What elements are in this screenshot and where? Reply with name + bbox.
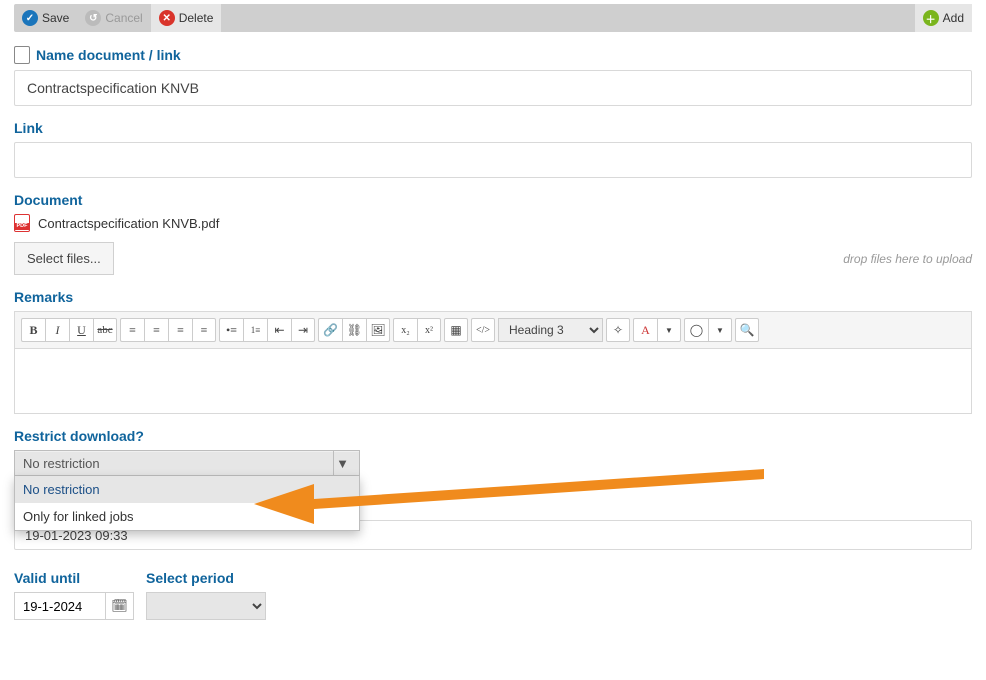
restrict-section-title: Restrict download? [14,428,972,444]
document-title-text: Document [14,192,82,208]
document-file-row: Contractspecification KNVB.pdf [14,214,972,232]
align-justify-button[interactable]: ≡ [192,318,216,342]
bg-color-button[interactable]: ◯ [684,318,708,342]
valid-until-input[interactable] [15,599,105,614]
save-label: Save [42,11,69,25]
check-icon: ✓ [22,10,38,26]
remarks-section-title: Remarks [14,289,972,305]
font-color-button[interactable]: A [633,318,657,342]
period-title: Select period [146,570,266,586]
rte-toolbar: B I U abc ≡ ≡ ≡ ≡ •≡ 1≡ ⇤ ⇥ 🔗 ⛓ 🖼 [15,312,971,349]
code-button[interactable]: </> [471,318,495,342]
name-title-text: Name document / link [36,47,181,63]
document-icon [14,46,30,64]
heading-select[interactable]: Heading 3 [498,318,603,342]
ordered-list-button[interactable]: 1≡ [243,318,267,342]
select-files-button[interactable]: Select files... [14,242,114,275]
restrict-option-linked-jobs[interactable]: Only for linked jobs [15,503,359,530]
unordered-list-button[interactable]: •≡ [219,318,243,342]
action-toolbar: ✓ Save ↺ Cancel ✕ Delete ＋ Add [14,4,972,32]
valid-until-input-wrap: 🗓 [14,592,134,620]
period-title-text: Select period [146,570,234,586]
chevron-down-icon: ▼ [333,451,351,475]
align-right-button[interactable]: ≡ [168,318,192,342]
rich-text-editor: B I U abc ≡ ≡ ≡ ≡ •≡ 1≡ ⇤ ⇥ 🔗 ⛓ 🖼 [14,311,972,414]
undo-icon: ↺ [85,10,101,26]
font-color-dropdown[interactable]: ▼ [657,318,681,342]
link-title-text: Link [14,120,43,136]
drop-files-hint: drop files here to upload [843,252,972,266]
unlink-button[interactable]: ⛓ [342,318,366,342]
valid-until-title-text: Valid until [14,570,80,586]
restrict-dropdown-value: No restriction [23,456,100,471]
valid-until-title: Valid until [14,570,134,586]
calendar-icon[interactable]: 🗓 [105,593,133,619]
link-button[interactable]: 🔗 [318,318,342,342]
rte-body[interactable] [15,349,971,413]
restrict-title-text: Restrict download? [14,428,144,444]
link-section-title: Link [14,120,972,136]
period-select[interactable] [146,592,266,620]
align-center-button[interactable]: ≡ [144,318,168,342]
align-left-button[interactable]: ≡ [120,318,144,342]
clear-format-button[interactable]: ✧ [606,318,630,342]
table-button[interactable]: ▦ [444,318,468,342]
search-button[interactable]: 🔍 [735,318,759,342]
add-button[interactable]: ＋ Add [915,4,972,32]
restrict-dropdown-wrap: No restriction ▼ No restriction Only for… [14,450,360,476]
delete-button[interactable]: ✕ Delete [151,4,222,32]
restrict-dropdown-list: No restriction Only for linked jobs [14,476,360,531]
name-section-title: Name document / link [14,46,972,64]
delete-label: Delete [179,11,214,25]
close-icon: ✕ [159,10,175,26]
remarks-title-text: Remarks [14,289,73,305]
strikethrough-button[interactable]: abc [93,318,117,342]
name-input[interactable] [14,70,972,106]
save-button[interactable]: ✓ Save [14,4,77,32]
cancel-label: Cancel [105,11,142,25]
plus-icon: ＋ [923,10,939,26]
superscript-button[interactable]: x² [417,318,441,342]
image-button[interactable]: 🖼 [366,318,390,342]
subscript-button[interactable]: x₂ [393,318,417,342]
underline-button[interactable]: U [69,318,93,342]
indent-button[interactable]: ⇥ [291,318,315,342]
bold-button[interactable]: B [21,318,45,342]
add-label: Add [943,11,964,25]
document-filename[interactable]: Contractspecification KNVB.pdf [38,216,219,231]
document-section-title: Document [14,192,972,208]
pdf-icon [14,214,30,232]
cancel-button[interactable]: ↺ Cancel [77,4,150,32]
upload-row: Select files... drop files here to uploa… [14,242,972,275]
restrict-dropdown[interactable]: No restriction ▼ [14,450,360,476]
outdent-button[interactable]: ⇤ [267,318,291,342]
restrict-option-no-restriction[interactable]: No restriction [15,476,359,503]
italic-button[interactable]: I [45,318,69,342]
bg-color-dropdown[interactable]: ▼ [708,318,732,342]
link-input[interactable] [14,142,972,178]
